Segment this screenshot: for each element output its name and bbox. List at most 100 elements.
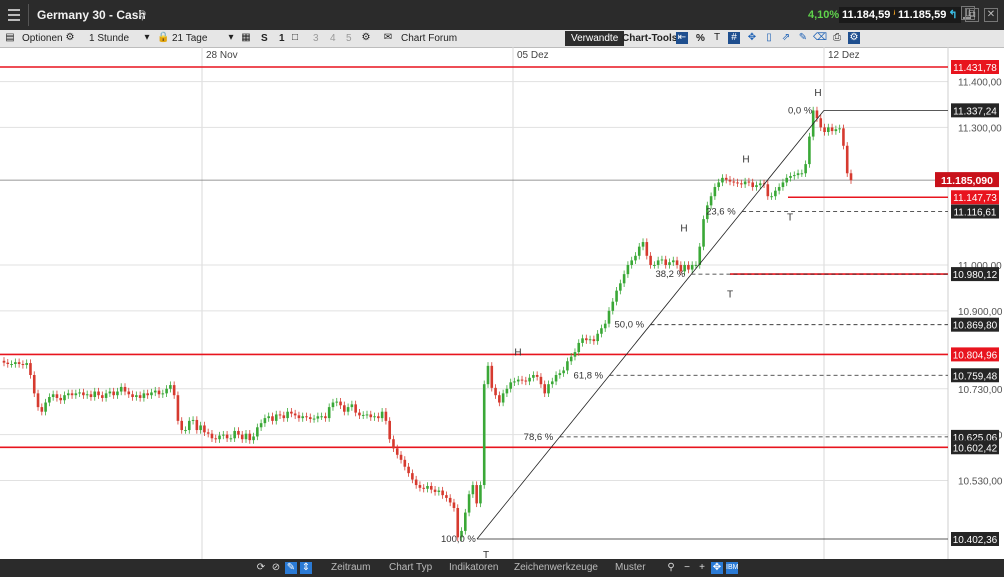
candle-body — [282, 415, 286, 419]
candle-body — [21, 364, 25, 366]
candle-body — [55, 394, 59, 398]
layout-3-button[interactable]: 3 — [313, 32, 319, 45]
candle-body — [516, 379, 520, 382]
chart-type-menu[interactable]: Chart Typ — [389, 562, 432, 574]
candle-body — [562, 370, 565, 374]
pencil-icon[interactable]: ✎ — [797, 32, 809, 44]
candle-body — [513, 381, 516, 383]
candle-body — [320, 416, 323, 418]
percent-button[interactable]: % — [696, 32, 705, 45]
candle-body — [377, 416, 380, 419]
chevron-down-icon[interactable]: ▾ — [141, 32, 153, 44]
candle-body — [150, 392, 153, 396]
layout-4-button[interactable]: 4 — [330, 32, 336, 45]
range-select[interactable]: 21 Tage — [172, 32, 207, 45]
candle-body — [736, 182, 739, 184]
candle-body — [271, 416, 274, 421]
pivot-marker: H — [814, 88, 821, 99]
candle-body — [668, 262, 671, 265]
candle-body — [44, 402, 47, 412]
scale-s-button[interactable]: S — [261, 32, 268, 45]
candle-body — [550, 381, 554, 385]
candle-body — [800, 173, 804, 175]
candle-body — [656, 260, 660, 265]
candle-body — [467, 494, 471, 513]
candle-body — [308, 417, 312, 420]
x-tick-label: 12 Dez — [828, 50, 860, 61]
price-chart[interactable]: 0,0 % 23,6 % 38,2 % 50,0 % 61,8 % 78,6 % 100,0… — [0, 47, 1004, 559]
crosshair-icon[interactable]: ✥ — [746, 32, 758, 44]
grid-icon[interactable]: # — [728, 32, 740, 44]
period-menu[interactable]: Zeitraum — [331, 562, 370, 574]
zoom-icon[interactable]: ⚲ — [665, 562, 677, 574]
settings-tools-icon[interactable]: ⚙ — [848, 32, 860, 44]
layout-5-button[interactable]: 5 — [346, 32, 352, 45]
candle-body — [569, 356, 573, 362]
candle-body — [445, 495, 448, 498]
interval-select[interactable]: 1 Stunde — [89, 32, 129, 45]
calendar-icon[interactable]: ▦ — [240, 32, 252, 44]
pivot-marker: H — [742, 155, 749, 166]
candle-body — [577, 342, 581, 353]
eraser-icon[interactable]: ⌫ — [813, 32, 827, 44]
candle-body — [845, 145, 849, 174]
candle-body — [804, 164, 807, 174]
plus-icon[interactable]: + — [696, 562, 708, 574]
refresh-icon[interactable]: ⟳ — [255, 562, 267, 574]
candle-body — [796, 173, 800, 176]
chevron-down-icon[interactable]: ▾ — [225, 32, 237, 44]
candle-body — [437, 490, 441, 492]
indicators-menu[interactable]: Indikatoren — [449, 562, 498, 574]
candle-body — [316, 416, 320, 419]
chat-icon[interactable]: ✉ — [382, 32, 394, 44]
options-icon[interactable]: ▤ — [4, 32, 16, 44]
related-button[interactable]: Verwandte — [565, 31, 625, 46]
arrow-icon[interactable]: ⇤ — [676, 32, 688, 44]
candle-body — [331, 402, 335, 408]
candle-body — [286, 411, 289, 419]
fib-level-label: 61,8 % — [574, 370, 604, 381]
layout-1-button[interactable]: 1 — [279, 32, 285, 45]
text-icon[interactable]: T — [711, 32, 723, 44]
candle-body — [17, 362, 21, 365]
candle-body — [819, 118, 823, 128]
menu-icon[interactable] — [0, 0, 28, 30]
title-bar: Germany 30 - Cash ⚲ 4,10% 11.184,59↯ 11.… — [0, 0, 1004, 30]
candle-body — [259, 423, 263, 428]
close-icon[interactable]: ✕ — [984, 8, 998, 22]
block-icon[interactable]: ⊘ — [270, 562, 282, 574]
lock-icon[interactable]: 🔒 — [157, 32, 169, 44]
price-label: 11.337,24 — [953, 106, 997, 117]
move-icon[interactable]: ✥ — [711, 562, 723, 574]
trend-icon[interactable]: ⇗ — [780, 32, 792, 44]
pen-icon[interactable]: ✎ — [285, 562, 297, 574]
popout-icon[interactable]: ⧉ — [965, 8, 979, 22]
print-icon[interactable]: ⎙ — [831, 32, 843, 44]
ibm-icon[interactable]: IBM — [726, 562, 738, 574]
candle-body — [414, 479, 418, 486]
candle-body — [717, 182, 720, 188]
price-label: 10.869,80 — [953, 321, 998, 332]
ask-quote[interactable]: 11.185,59 ↰ — [895, 7, 961, 23]
candle-body — [399, 454, 403, 460]
candle-body — [626, 264, 630, 275]
candle-body — [573, 352, 577, 357]
options-button[interactable]: Optionen — [22, 32, 63, 45]
candle-body — [615, 290, 618, 302]
candle-body — [116, 391, 119, 396]
candle-body — [834, 129, 838, 132]
settings-icon[interactable]: ⚙ — [64, 32, 76, 44]
drawing-tools-menu[interactable]: Zeichenwerkzeuge — [514, 562, 598, 574]
candle-body — [104, 393, 108, 398]
candle-body — [653, 264, 656, 266]
candle-body — [789, 176, 792, 178]
patterns-menu[interactable]: Muster — [615, 562, 646, 574]
candle-body — [263, 418, 267, 424]
candle-icon[interactable]: ▯ — [763, 32, 775, 44]
sort-icon[interactable]: ⇕ — [300, 562, 312, 574]
minus-icon[interactable]: − — [681, 562, 693, 574]
search-icon[interactable]: ⚲ — [138, 8, 147, 22]
layout-2-icon[interactable]: □ — [289, 32, 301, 44]
gear-icon[interactable]: ⚙ — [360, 32, 372, 44]
chart-forum-button[interactable]: Chart Forum — [401, 32, 457, 45]
